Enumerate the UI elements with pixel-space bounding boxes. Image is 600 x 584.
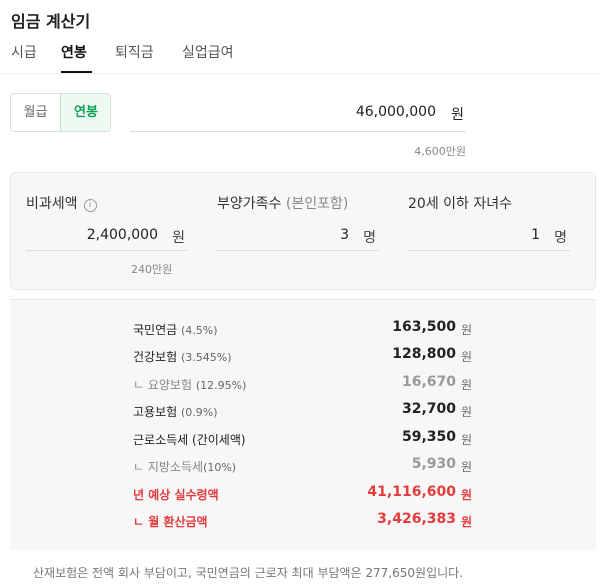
result-value: 32,700 (401, 401, 456, 417)
result-unit: 원 (461, 433, 473, 447)
result-row-longterm-care: ㄴ 요양보험 (12.95%) 16,670 원 (10, 373, 596, 393)
result-value: 5,930 (411, 456, 456, 472)
page-title: 임금 계산기 (11, 12, 91, 31)
result-value: 16,670 (401, 374, 456, 390)
dependents-label-group: 부양가족수 (본인포함) (217, 193, 348, 213)
salary-value: 46,000,000 (355, 104, 436, 120)
children-unit: 명 (554, 230, 567, 246)
children-value: 1 (531, 227, 540, 243)
result-value: 59,350 (401, 429, 456, 445)
result-row-health: 건강보험 (3.545%) 128,800 원 (10, 345, 596, 365)
result-row-income-tax: 근로소득세 (간이세액) 59,350 원 (10, 428, 596, 448)
dependents-sublabel: (본인포함) (285, 196, 349, 212)
result-label: 근로소득세 (간이세액) (133, 433, 246, 447)
tab-unemployment[interactable]: 실업급여 (182, 42, 234, 62)
result-unit: 원 (461, 460, 473, 474)
nontax-hint: 240만원 (131, 263, 173, 276)
result-label: 국민연금 (4.5%) (133, 323, 218, 337)
salary-input[interactable]: 46,000,000 원 (130, 96, 466, 132)
info-icon[interactable]: i (83, 199, 97, 212)
result-value: 3,426,383 (377, 511, 456, 527)
salary-unit: 원 (451, 107, 464, 123)
result-unit: 원 (461, 488, 473, 502)
active-tab-indicator (61, 71, 92, 73)
result-unit: 원 (461, 350, 473, 364)
children-label: 20세 이하 자녀수 (408, 196, 512, 212)
salary-hint: 4,600만원 (414, 145, 466, 158)
pay-type-toggle: 월급 연봉 (10, 93, 111, 132)
options-panel: 비과세액 i 2,400,000 원 240만원 부양가족수 (본인포함) 3 명… (10, 172, 596, 290)
result-value: 163,500 (392, 319, 456, 335)
result-row-local-tax: ㄴ 지방소득세(10%) 5,930 원 (10, 455, 596, 475)
children-input[interactable]: 1 명 (408, 219, 570, 251)
nontax-label: 비과세액 (26, 196, 78, 212)
result-label: ㄴ 요양보험 (12.95%) (133, 378, 247, 392)
dependents-label: 부양가족수 (217, 196, 282, 212)
annual-toggle-button[interactable]: 연봉 (60, 94, 110, 131)
dependents-unit: 명 (363, 230, 376, 246)
result-row-pension: 국민연금 (4.5%) 163,500 원 (10, 318, 596, 338)
result-label: 고용보험 (0.9%) (133, 405, 218, 419)
result-label: 년 예상 실수령액 (133, 488, 219, 502)
tab-hourly[interactable]: 시급 (11, 42, 37, 62)
dependents-value: 3 (340, 227, 349, 243)
result-row-annual-net: 년 예상 실수령액 41,116,600 원 (10, 483, 596, 503)
footnote: 산재보험은 전액 회사 부담이고, 국민연금의 근로자 최대 부담액은 277,… (33, 566, 464, 580)
result-row-monthly-net: ㄴ 월 환산금액 3,426,383 원 (10, 510, 596, 530)
result-label: 건강보험 (3.545%) (133, 350, 232, 364)
result-unit: 원 (461, 405, 473, 419)
tab-severance[interactable]: 퇴직금 (115, 42, 154, 62)
result-label: ㄴ 지방소득세(10%) (133, 460, 237, 474)
nontax-label-group: 비과세액 i (26, 193, 97, 213)
nontax-value: 2,400,000 (86, 227, 158, 243)
results-panel: 국민연금 (4.5%) 163,500 원 건강보험 (3.545%) 128,… (10, 299, 596, 550)
result-unit: 원 (461, 323, 473, 337)
result-label: ㄴ 월 환산금액 (133, 515, 208, 529)
result-value: 41,116,600 (367, 484, 456, 500)
dependents-input[interactable]: 3 명 (217, 219, 379, 251)
result-value: 128,800 (392, 346, 456, 362)
monthly-toggle-button[interactable]: 월급 (11, 94, 60, 131)
result-unit: 원 (461, 378, 473, 392)
result-row-employment: 고용보험 (0.9%) 32,700 원 (10, 400, 596, 420)
nontax-unit: 원 (172, 230, 185, 246)
tab-bar: 시급 연봉 퇴직금 실업급여 (0, 38, 600, 74)
result-unit: 원 (461, 515, 473, 529)
tab-annual[interactable]: 연봉 (61, 42, 87, 62)
nontax-input[interactable]: 2,400,000 원 (26, 219, 188, 251)
